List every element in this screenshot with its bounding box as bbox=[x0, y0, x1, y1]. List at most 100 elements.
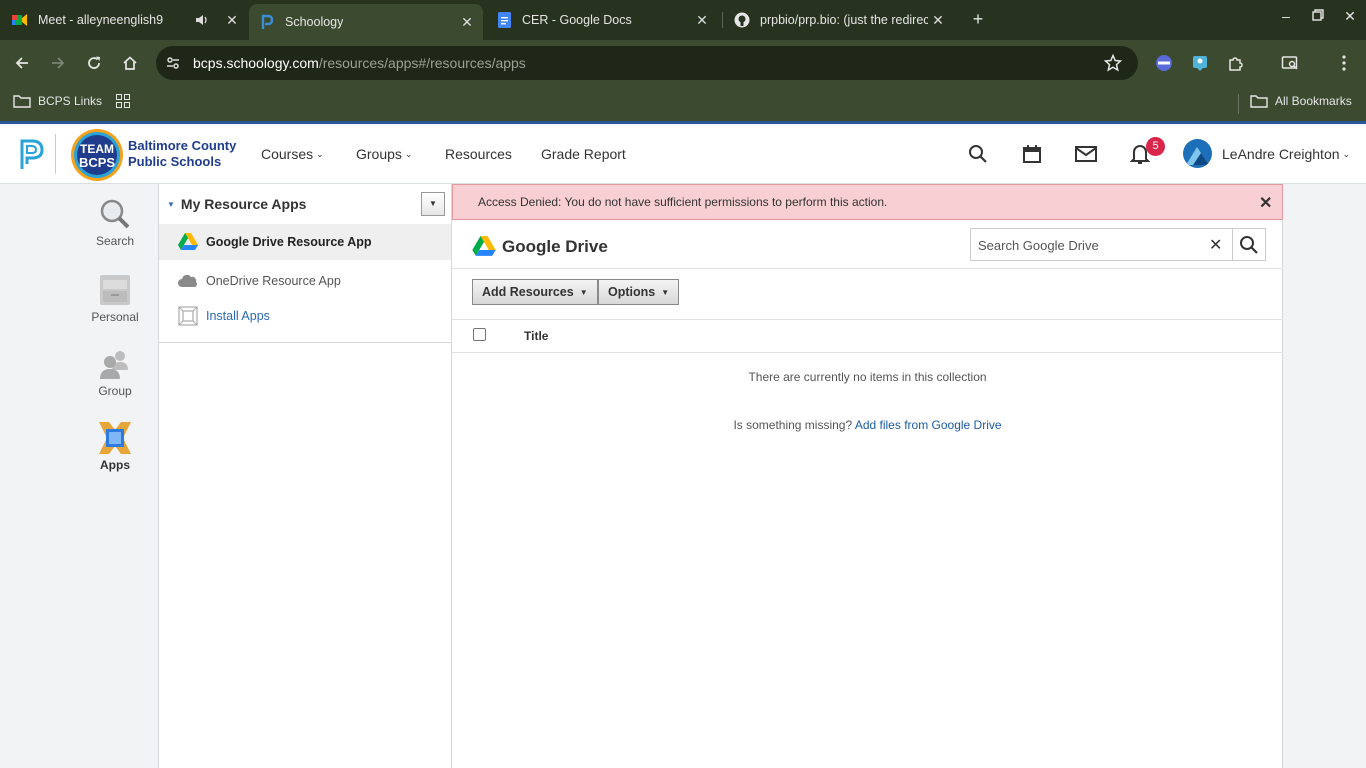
speaker-icon[interactable] bbox=[195, 13, 209, 30]
close-icon[interactable]: ✕ bbox=[224, 12, 240, 28]
all-bookmarks-button[interactable]: All Bookmarks bbox=[1250, 94, 1352, 108]
tab-title: Meet - alleyneenglish9 bbox=[38, 13, 164, 27]
close-icon[interactable]: ✕ bbox=[930, 12, 946, 28]
reload-button[interactable] bbox=[82, 51, 106, 75]
calendar-icon[interactable] bbox=[1020, 142, 1044, 166]
mail-icon[interactable] bbox=[1074, 142, 1098, 166]
heading-label: My Resource Apps bbox=[180, 196, 307, 212]
menu-kebab-icon[interactable] bbox=[1332, 51, 1356, 75]
schoology-icon bbox=[259, 14, 275, 30]
page-title: Google Drive bbox=[472, 236, 608, 257]
tab-search-icon[interactable] bbox=[1278, 51, 1302, 75]
extension-account-icon[interactable] bbox=[1188, 51, 1212, 75]
onedrive-cloud-icon bbox=[177, 272, 199, 290]
search-icon[interactable] bbox=[966, 142, 990, 166]
back-button[interactable] bbox=[10, 51, 34, 75]
app-label: Install Apps bbox=[206, 309, 270, 323]
nav-grade-report[interactable]: Grade Report bbox=[541, 146, 626, 162]
nav-label: Resources bbox=[445, 146, 512, 162]
nav-label: Courses bbox=[261, 146, 314, 162]
app-onedrive[interactable]: OneDrive Resource App bbox=[159, 263, 451, 299]
apps-divider bbox=[159, 342, 451, 343]
minimize-button[interactable]: – bbox=[1274, 8, 1298, 24]
site-settings-icon[interactable] bbox=[165, 55, 181, 76]
rail-group[interactable]: Group bbox=[70, 348, 160, 398]
my-resource-apps-heading[interactable]: ▼ My Resource Apps bbox=[167, 196, 306, 212]
clear-search-icon[interactable]: ✕ bbox=[1209, 235, 1222, 255]
chevron-down-icon: ⌄ bbox=[316, 148, 324, 159]
access-denied-alert: Access Denied: You do not have sufficien… bbox=[452, 184, 1283, 220]
search-placeholder: Search Google Drive bbox=[978, 238, 1099, 253]
rail-search[interactable]: Search bbox=[70, 198, 160, 248]
install-apps-link[interactable]: Install Apps bbox=[159, 298, 451, 334]
home-button[interactable] bbox=[118, 51, 142, 75]
browser-toolbar: bcps.schoology.com/resources/apps#/resou… bbox=[0, 40, 1366, 86]
bookmarks-bar: BCPS Links All Bookmarks bbox=[0, 86, 1366, 121]
nav-resources[interactable]: Resources bbox=[445, 146, 512, 162]
chevron-down-icon: ⌄ bbox=[1342, 148, 1351, 159]
column-header-title[interactable]: Title bbox=[524, 329, 548, 343]
caret-down-icon: ▼ bbox=[579, 287, 588, 297]
apps-grid-icon[interactable] bbox=[116, 94, 137, 108]
rail-label: Personal bbox=[91, 310, 139, 324]
add-files-link[interactable]: Add files from Google Drive bbox=[855, 418, 1002, 432]
select-all-checkbox[interactable] bbox=[473, 328, 486, 341]
divider bbox=[452, 352, 1283, 353]
title-text: Google Drive bbox=[502, 236, 608, 256]
nav-label: Groups bbox=[356, 146, 402, 162]
extension-vpn-icon[interactable] bbox=[1152, 51, 1176, 75]
tab-schoology[interactable]: Schoology ✕ bbox=[249, 4, 483, 40]
alert-message: Access Denied: You do not have sufficien… bbox=[478, 195, 888, 209]
close-icon[interactable]: ✕ bbox=[459, 14, 475, 30]
url-text: bcps.schoology.com/resources/apps#/resou… bbox=[193, 55, 526, 71]
search-google-drive-input[interactable]: Search Google Drive ✕ bbox=[970, 228, 1266, 261]
resource-apps-panel: ▼ My Resource Apps ▼ Google Drive Resour… bbox=[159, 184, 452, 768]
install-apps-icon bbox=[177, 306, 199, 326]
notification-badge: 5 bbox=[1146, 137, 1165, 156]
restore-button[interactable] bbox=[1306, 8, 1330, 24]
logo-badge-bottom: BCPS bbox=[78, 155, 116, 170]
user-menu[interactable]: LeAndre Creighton ⌄ bbox=[1222, 146, 1350, 162]
empty-collection-message: There are currently no items in this col… bbox=[748, 370, 987, 384]
missing-prefix: Is something missing? bbox=[733, 418, 853, 432]
bookmark-label: BCPS Links bbox=[38, 94, 103, 108]
powerschool-logo[interactable] bbox=[19, 138, 45, 175]
nav-label: Grade Report bbox=[541, 146, 626, 162]
rail-personal[interactable]: Personal bbox=[70, 274, 160, 324]
bookmark-folder-bcps-links[interactable]: BCPS Links bbox=[13, 94, 102, 108]
resources-left-rail: Search Personal Group Apps bbox=[0, 184, 159, 768]
google-drive-icon bbox=[472, 236, 496, 256]
url-path: /resources/apps#/resources/apps bbox=[318, 55, 526, 71]
tab-meet[interactable]: Meet - alleyneenglish9 ✕ bbox=[12, 4, 248, 36]
forward-button[interactable] bbox=[46, 51, 70, 75]
nav-groups[interactable]: Groups ⌄ bbox=[356, 146, 412, 162]
address-bar[interactable]: bcps.schoology.com/resources/apps#/resou… bbox=[156, 46, 1138, 80]
new-tab-button[interactable]: + bbox=[966, 9, 990, 30]
tab-google-docs[interactable]: CER - Google Docs ✕ bbox=[496, 4, 718, 36]
logo-badge-top: TEAM bbox=[80, 142, 114, 156]
options-button[interactable]: Options ▼ bbox=[598, 279, 680, 305]
tab-github[interactable]: prpbio/prp.bio: (just the redirec ✕ bbox=[734, 4, 956, 36]
github-icon bbox=[734, 12, 750, 28]
close-icon[interactable]: ✕ bbox=[1259, 193, 1272, 213]
app-google-drive[interactable]: Google Drive Resource App bbox=[159, 224, 451, 260]
nav-courses[interactable]: Courses ⌄ bbox=[261, 146, 324, 162]
extensions-puzzle-icon[interactable] bbox=[1224, 51, 1248, 75]
apps-dropdown-button[interactable]: ▼ bbox=[421, 192, 445, 216]
missing-files-message: Is something missing? Add files from Goo… bbox=[452, 418, 1283, 432]
search-icon[interactable] bbox=[1239, 235, 1259, 260]
rail-apps[interactable]: Apps bbox=[70, 422, 160, 472]
logo-line1: Baltimore County bbox=[128, 138, 237, 153]
button-label: Options bbox=[608, 285, 656, 299]
close-icon[interactable]: ✕ bbox=[694, 12, 710, 28]
app-label: Google Drive Resource App bbox=[206, 235, 372, 249]
user-avatar[interactable] bbox=[1183, 139, 1212, 168]
add-resources-button[interactable]: Add Resources ▼ bbox=[472, 279, 598, 305]
caret-down-icon: ▼ bbox=[429, 199, 437, 208]
tab-title: prpbio/prp.bio: (just the redirec bbox=[760, 13, 928, 27]
divider bbox=[452, 319, 1283, 320]
bookmark-star-icon[interactable] bbox=[1103, 53, 1123, 77]
close-window-button[interactable]: ✕ bbox=[1338, 8, 1362, 25]
bcps-logo[interactable]: TEAM BCPS Baltimore County Public School… bbox=[70, 128, 236, 182]
button-label: Add Resources bbox=[482, 285, 574, 299]
